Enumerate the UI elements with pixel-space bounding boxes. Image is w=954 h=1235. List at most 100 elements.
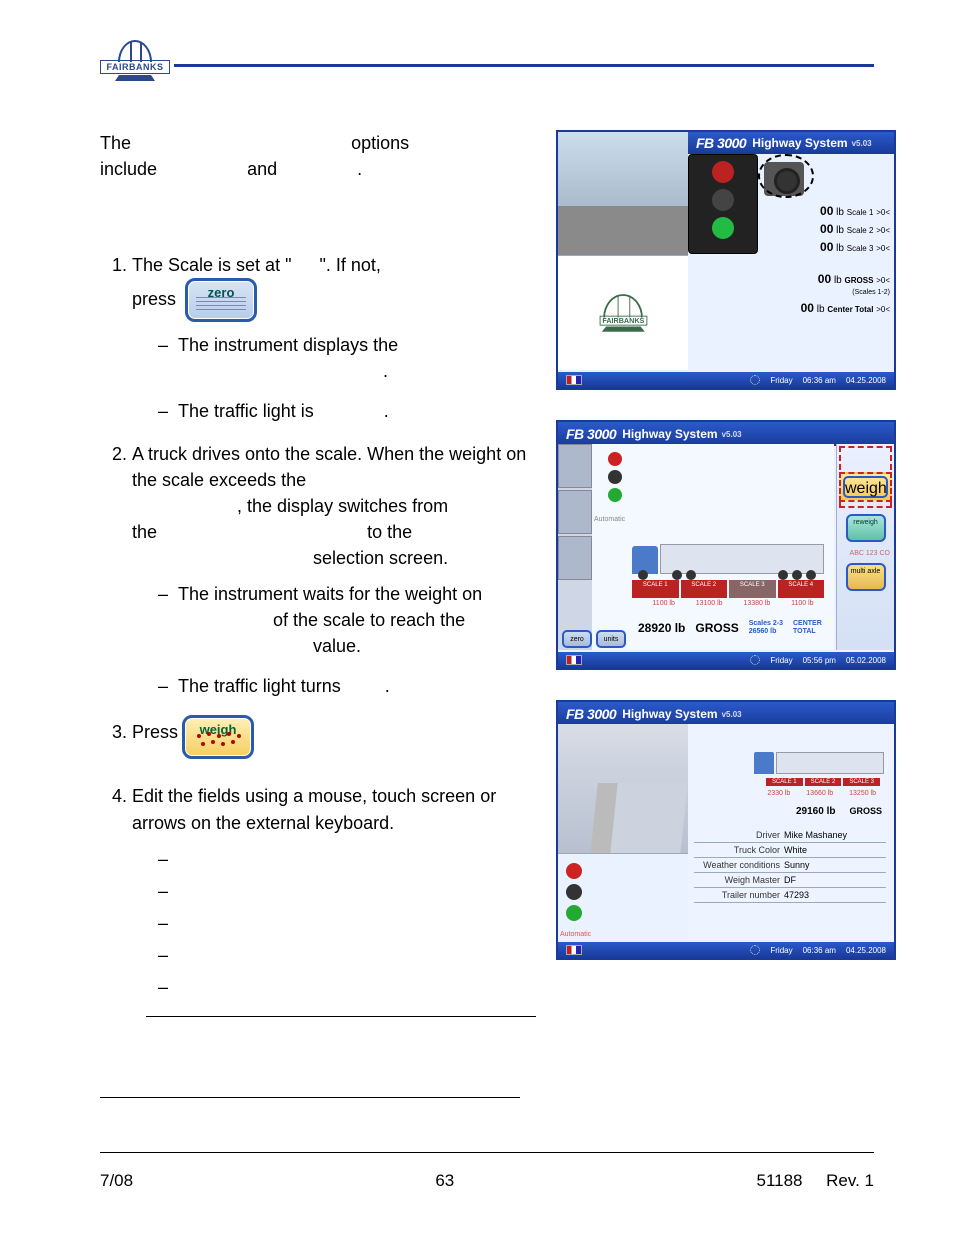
status-day: Friday (770, 376, 792, 385)
text: The traffic light turns (178, 676, 341, 696)
light-green (712, 217, 734, 239)
weigh-button[interactable]: weigh (839, 472, 892, 502)
app-version: v5.03 (722, 710, 742, 719)
sub-item (158, 910, 536, 936)
units-button[interactable]: units (596, 630, 626, 648)
text: options (351, 133, 409, 153)
page-footer: 7/08 63 51188 Rev. 1 (100, 1152, 874, 1191)
fairbanks-logo: FAIRBANKS (100, 40, 170, 90)
app-subtitle: Highway System (752, 136, 847, 150)
status-date: 04.25.2008 (846, 946, 886, 955)
status-bar: Friday 06:36 am 04.25.2008 (558, 942, 894, 958)
zero-button[interactable]: zero (562, 630, 592, 648)
flag-icon[interactable] (566, 945, 582, 955)
step-2-sub-2: The traffic light turns . (158, 673, 536, 699)
document-text: The options include and . The Scale is s… (100, 130, 536, 1098)
light-yellow (608, 470, 622, 484)
camera-view (558, 132, 688, 256)
field-value[interactable]: Sunny (784, 860, 886, 870)
footer-center: 63 (435, 1171, 454, 1191)
sub-item (158, 846, 536, 872)
header-rule (174, 64, 874, 67)
status-date: 05.02.2008 (846, 656, 886, 665)
action-sidebar: weigh reweigh ABC 123 CO multi axle (836, 444, 894, 650)
camera-view (558, 724, 688, 854)
field-value[interactable]: DF (784, 875, 886, 885)
app-name: FB 3000 (566, 706, 616, 722)
text: the (132, 522, 157, 542)
light-red (712, 161, 734, 183)
text: . (384, 401, 389, 421)
plate-label: ABC 123 CO (841, 550, 890, 557)
text: The traffic light is (178, 401, 314, 421)
app-name: FB 3000 (696, 135, 746, 151)
text: Press (132, 715, 178, 745)
field-value[interactable]: 47293 (784, 890, 886, 900)
screenshot-2: FB 3000 Highway System v5.03 Automatic (556, 420, 896, 670)
text: ". If not, (320, 255, 381, 275)
weight-readouts: 00 lb Scale 1 >0< 00 lb Scale 2 >0< 00 l… (801, 202, 890, 317)
field-value[interactable]: White (784, 845, 886, 855)
text: selection screen. (313, 548, 448, 568)
app-subtitle: Highway System (622, 427, 717, 441)
app-version: v5.03 (722, 430, 742, 439)
axle-label: SCALE 2 (681, 580, 728, 598)
thumbnail[interactable] (558, 444, 592, 488)
thumbnail[interactable] (558, 490, 592, 534)
text: to the (367, 522, 412, 542)
mode-label: Automatic (594, 516, 625, 523)
app-titlebar: FB 3000 Highway System v5.03 (688, 132, 894, 154)
step-1-sub-1: The instrument displays the . (158, 332, 536, 384)
light-green (566, 905, 582, 921)
axle-label: SCALE 4 (778, 580, 825, 598)
gear-icon[interactable] (750, 375, 760, 385)
thumbnail[interactable] (558, 536, 592, 580)
thumbnail-strip (558, 444, 592, 650)
gear-icon[interactable] (750, 945, 760, 955)
flag-icon[interactable] (566, 655, 582, 665)
gross-weight: 28920 lb GROSS Scales 2-326560 lb CENTER… (638, 620, 822, 635)
text: The instrument waits for the weight on (178, 584, 482, 604)
divider (100, 1097, 520, 1098)
sub-item (158, 878, 536, 904)
text: value. (313, 636, 361, 656)
text: A truck drives onto the scale. When the … (132, 444, 526, 490)
sub-item (158, 974, 536, 1000)
traffic-light (562, 858, 586, 926)
text: and (247, 159, 277, 179)
axle-labels: SCALE 1SCALE 2SCALE 3 (766, 778, 880, 786)
field-label: Trailer number (694, 890, 784, 900)
text: The (100, 133, 131, 153)
light-red (608, 452, 622, 466)
status-date: 04.25.2008 (846, 376, 886, 385)
field-label: Driver (694, 830, 784, 840)
app-version: v5.03 (852, 139, 872, 148)
field-label: Weather conditions (694, 860, 784, 870)
step-2: A truck drives onto the scale. When the … (132, 441, 536, 700)
status-day: Friday (770, 946, 792, 955)
field-label: Weigh Master (694, 875, 784, 885)
divider (146, 1016, 536, 1017)
reweigh-button[interactable]: reweigh (846, 514, 886, 542)
axle-label: SCALE 3 (729, 580, 776, 598)
axle-label: SCALE 1 (632, 580, 679, 598)
text: press (132, 289, 176, 309)
text: of the scale to reach the (273, 610, 465, 630)
step-1: The Scale is set at " ". If not, press z… (132, 252, 536, 424)
text: include (100, 159, 157, 179)
step-2-sub-1: The instrument waits for the weight on o… (158, 581, 536, 659)
truck-graphic (754, 738, 884, 778)
gross-weight: 29160 lbGROSS (796, 806, 882, 817)
status-day: Friday (770, 656, 792, 665)
field-value[interactable]: Mike Mashaney (784, 830, 886, 840)
multi-axle-button[interactable]: multi axle (846, 563, 886, 591)
camera-icon[interactable] (764, 162, 804, 196)
bottom-buttons: zero units (562, 630, 626, 648)
status-time: 06:36 am (803, 376, 836, 385)
app-titlebar: FB 3000 Highway System v5.03 (558, 702, 894, 726)
traffic-light (598, 448, 632, 506)
flag-icon[interactable] (566, 375, 582, 385)
gear-icon[interactable] (750, 655, 760, 665)
axle-weights: 1100 lb13100 lb 13380 lb1100 lb (642, 600, 824, 607)
status-time: 05:56 pm (803, 656, 836, 665)
